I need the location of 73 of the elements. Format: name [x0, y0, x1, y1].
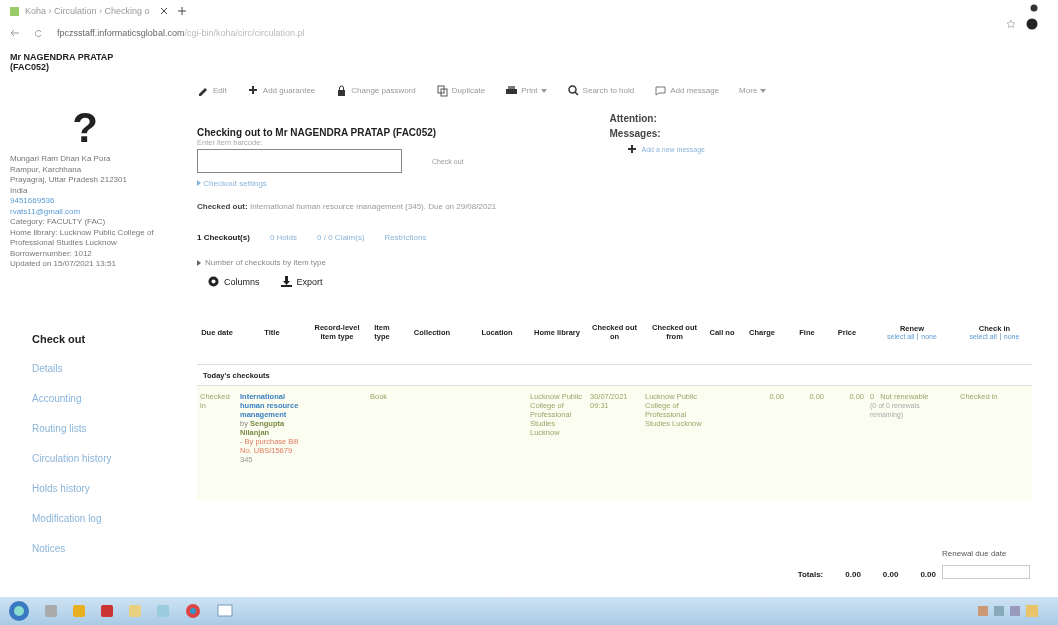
- barcode-field[interactable]: [197, 149, 402, 173]
- contact-link[interactable]: rvats11@gmail.com: [10, 206, 170, 217]
- toolbar-button[interactable]: Add message: [654, 84, 720, 97]
- back-icon[interactable]: [10, 29, 20, 37]
- messages-heading: Messages:: [609, 128, 662, 139]
- printer-icon: [505, 84, 519, 97]
- no-photo-icon: ?: [10, 106, 160, 150]
- taskbar-app-icon[interactable]: [100, 604, 114, 618]
- date-field[interactable]: [942, 564, 1030, 579]
- plus-icon[interactable]: [177, 7, 186, 15]
- patron-detail: Category: FACULTY (FAC): [10, 217, 107, 228]
- search-icon: [566, 84, 580, 97]
- tab[interactable]: Restrictions: [384, 233, 427, 242]
- system-tray-drawing: [978, 604, 1038, 618]
- toolbar-button[interactable]: Add guarantee: [246, 84, 316, 97]
- last-checkout-text: Checked out: International human resource management (345). Due on 29/08/2021: [197, 202, 498, 211]
- avatar-icon[interactable]: [1026, 18, 1038, 30]
- sidebar-item[interactable]: Circulation history: [32, 451, 185, 482]
- plus-icon: [625, 143, 639, 156]
- patron-detail: India: [10, 185, 29, 196]
- tab[interactable]: 0 Holds: [269, 233, 298, 242]
- sidebar-item[interactable]: Routing lists: [32, 421, 185, 452]
- attention-heading: Attention:: [609, 113, 658, 124]
- star-icon[interactable]: [1006, 19, 1016, 29]
- sidebar-item[interactable]: Holds history: [32, 481, 185, 512]
- toolbar-button[interactable]: Change password: [335, 84, 416, 97]
- expand-icon: [197, 180, 201, 186]
- patron-detail: Mungari Ram Dhan Ka Pura: [10, 154, 112, 165]
- close-icon[interactable]: [159, 7, 168, 15]
- window-taskbar-icon[interactable]: [216, 602, 234, 620]
- taskbar-app-icon[interactable]: [44, 604, 58, 618]
- browser-tab[interactable]: Koha › Circulation › Checking o: [10, 6, 150, 16]
- copy-icon: [435, 84, 449, 97]
- sidebar-item[interactable]: Details: [32, 361, 185, 392]
- toolbar-button[interactable]: Edit: [197, 84, 227, 97]
- reload-icon[interactable]: [34, 28, 43, 38]
- toolbar-button[interactable]: Print: [505, 84, 547, 97]
- sidebar-item[interactable]: Notices: [32, 541, 185, 572]
- sidebar-item[interactable]: Accounting: [32, 391, 185, 422]
- table-tool-button[interactable]: Export: [279, 275, 323, 288]
- start-button[interactable]: [8, 600, 30, 622]
- total-value: 0.00: [920, 570, 936, 579]
- patron-detail: Prayagraj, Uttar Pradesh 212301: [10, 175, 128, 186]
- checkout-settings-link[interactable]: Checkout settings: [197, 179, 470, 188]
- checkout-title: Checking out to Mr NAGENDRA PRATAP (FAC052): [197, 127, 438, 138]
- tab[interactable]: 0 / 0 Claim(s): [317, 233, 365, 242]
- patron-detail: Updated on 15/07/2021 13:51: [10, 259, 117, 270]
- expand-icon: [197, 259, 201, 266]
- total-value: 0.00: [845, 570, 861, 579]
- extension-icon[interactable]: [1030, 4, 1038, 12]
- plus-icon: [246, 84, 260, 97]
- sidebar-item[interactable]: Modification log: [32, 511, 185, 542]
- patron-detail: Borrowernumber: 1012: [10, 248, 93, 259]
- contact-link[interactable]: 9451669536: [10, 196, 170, 207]
- sidebar-item[interactable]: Check out: [32, 331, 185, 362]
- download-icon: [279, 275, 293, 288]
- checkouts-by-type-toggle[interactable]: Number of checkouts by item type: [197, 258, 1038, 267]
- settings-icon: [207, 275, 220, 288]
- tab[interactable]: 1 Checkout(s): [197, 233, 250, 242]
- patron-name: Mr NAGENDRA PRATAP (FAC052): [10, 52, 115, 72]
- browser-taskbar-icon[interactable]: [184, 602, 202, 620]
- caret-icon: [540, 88, 547, 93]
- patron-detail: Rampur, Karchhana: [10, 164, 83, 175]
- total-value: 0.00: [882, 570, 899, 579]
- table-tool-button[interactable]: Columns: [207, 275, 260, 288]
- renewal-date-label: Renewal due date: [942, 548, 1008, 559]
- toolbar-button[interactable]: More: [739, 86, 767, 95]
- totals-label: Totals:: [797, 570, 824, 579]
- caret-icon: [760, 88, 767, 93]
- toolbar-button[interactable]: Duplicate: [435, 84, 486, 97]
- patron-detail: Home library: Lucknow Public College of Professional Studies Lucknow: [10, 227, 155, 249]
- comment-icon: [654, 84, 668, 97]
- toolbar-button[interactable]: Search to hold: [566, 84, 635, 97]
